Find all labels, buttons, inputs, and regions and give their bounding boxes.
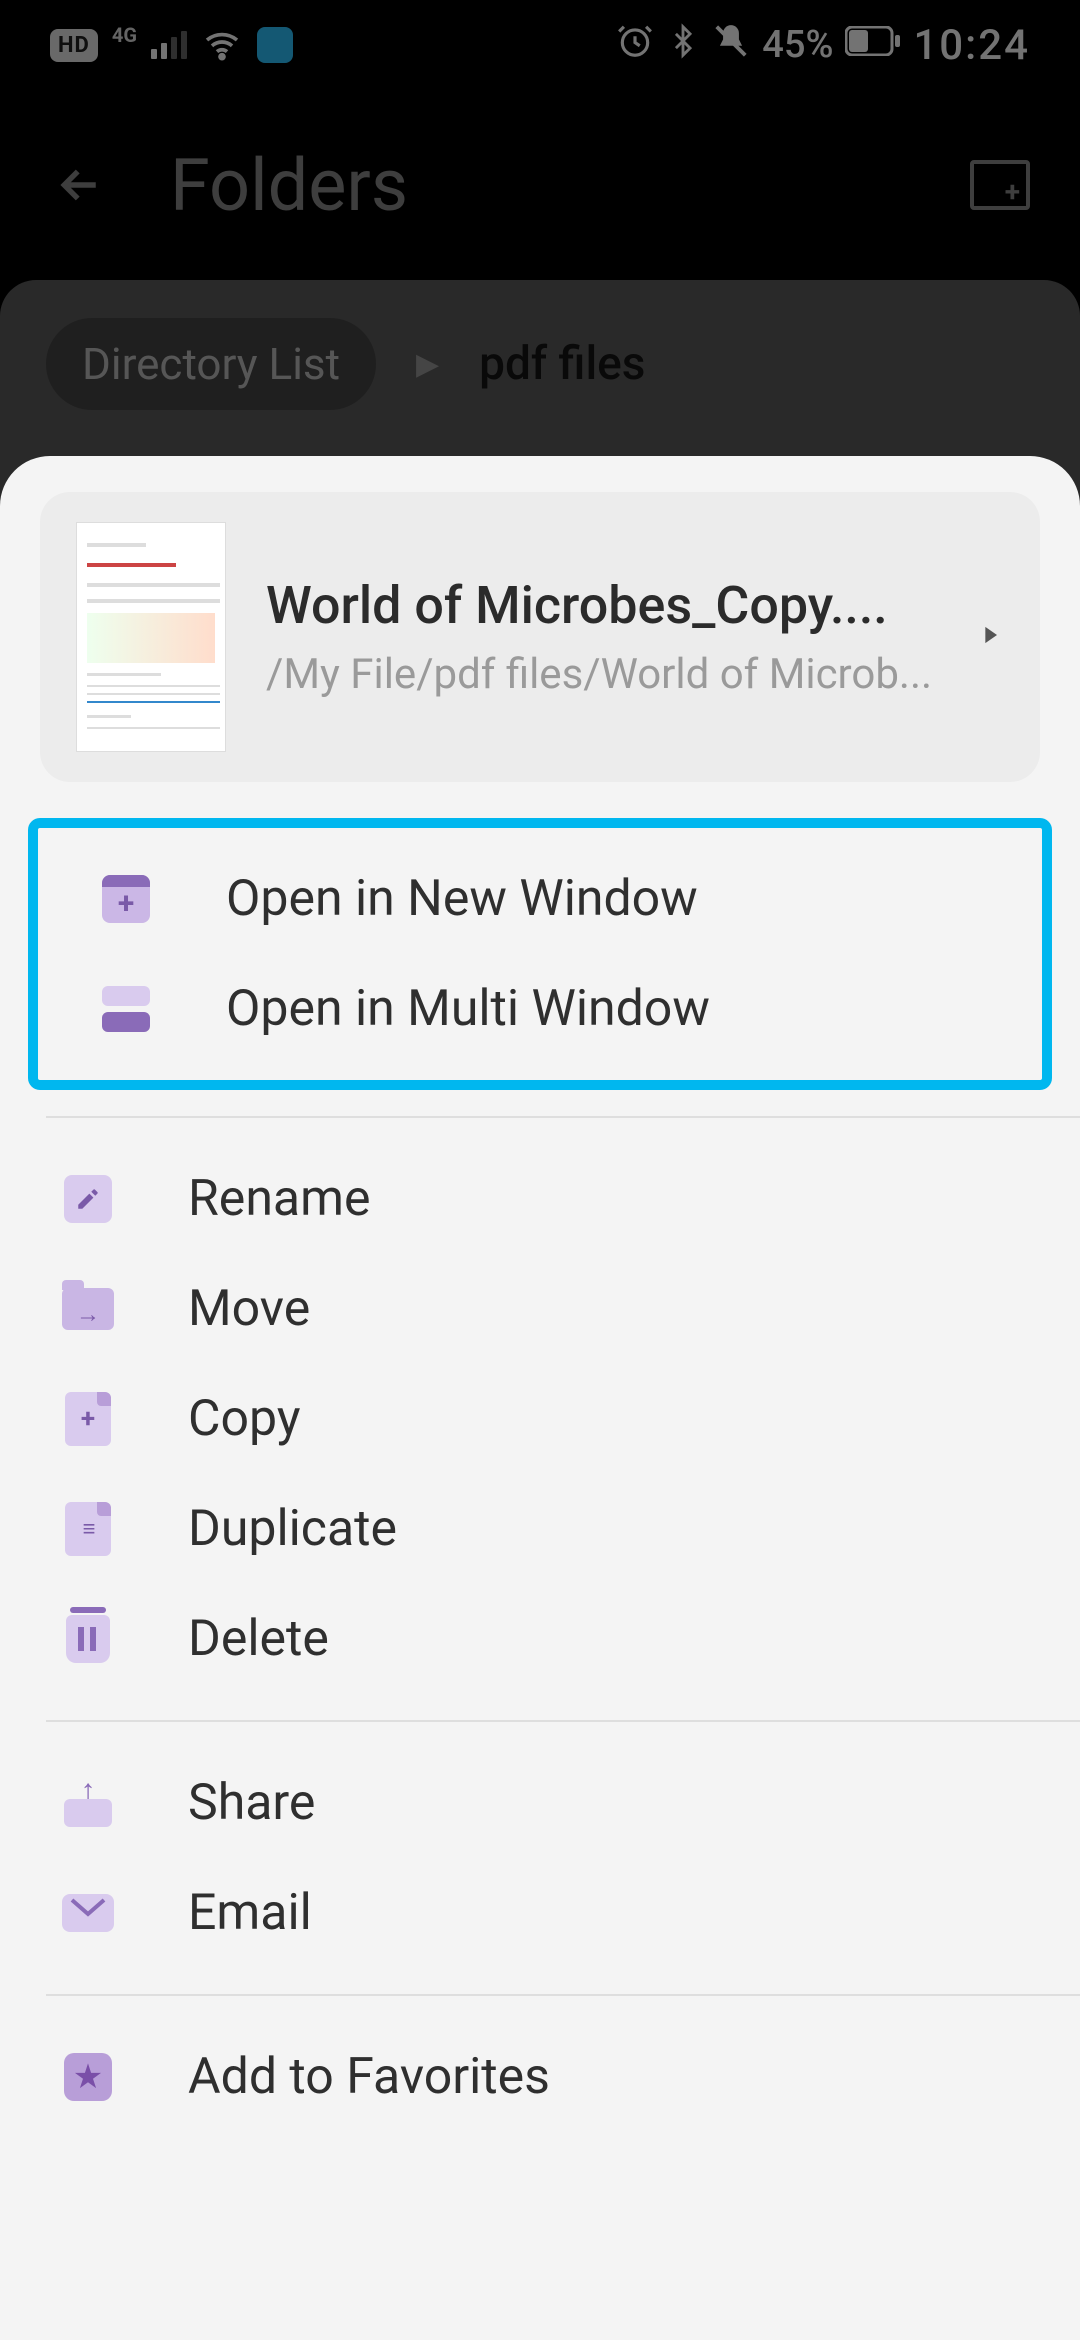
share-icon: ↑ [60,1775,116,1831]
bluetooth-icon [666,22,700,69]
highlighted-group: + Open in New Window Open in Multi Windo… [28,818,1052,1090]
divider [46,1116,1080,1118]
share[interactable]: ↑ Share [0,1748,1080,1858]
hd-badge: HD [50,29,98,62]
add-to-favorites[interactable]: ★ Add to Favorites [0,2022,1080,2132]
context-sheet: World of Microbes_Copy.... /My File/pdf … [0,456,1080,2340]
menu-label: Share [188,1774,315,1832]
copy[interactable]: + Copy [0,1364,1080,1474]
multi-window-icon [98,981,154,1037]
rename-icon [60,1171,116,1227]
back-icon[interactable] [50,155,110,215]
rename[interactable]: Rename [0,1144,1080,1254]
status-bar: HD 4G 45% 10:24 [0,0,1080,90]
shield-icon [257,27,293,63]
copy-icon: + [60,1391,116,1447]
network-type: 4G [112,23,137,47]
open-new-window[interactable]: + Open in New Window [38,844,1042,954]
open-multi-window[interactable]: Open in Multi Window [38,954,1042,1064]
clock: 10:24 [913,21,1030,70]
file-title: World of Microbes_Copy.... [266,575,936,636]
duplicate[interactable]: ≡ Duplicate [0,1474,1080,1584]
divider [46,1994,1080,1996]
email-icon [60,1885,116,1941]
move-icon: → [60,1281,116,1337]
menu-label: Duplicate [188,1500,397,1558]
app-bar: Folders [0,90,1080,280]
mute-icon [712,22,750,69]
email[interactable]: Email [0,1858,1080,1968]
chevron-right-icon: ▶ [416,347,439,382]
menu-label: Add to Favorites [188,2048,550,2106]
signal-icon [151,31,187,59]
battery-percent: 45% [762,23,833,67]
move[interactable]: → Move [0,1254,1080,1364]
alarm-icon [616,22,654,69]
new-folder-icon[interactable] [970,160,1030,210]
file-header[interactable]: World of Microbes_Copy.... /My File/pdf … [40,492,1040,782]
page-title: Folders [170,143,970,228]
breadcrumb-root[interactable]: Directory List [46,318,376,410]
duplicate-icon: ≡ [60,1501,116,1557]
chevron-right-icon [976,615,1004,659]
menu-label: Rename [188,1170,371,1228]
wifi-icon [201,24,243,66]
file-path: /My File/pdf files/World of Microb... [266,650,936,699]
menu-label: Email [188,1884,312,1942]
menu-label: Move [188,1280,310,1338]
battery-icon [845,25,901,65]
file-thumbnail [76,522,226,752]
star-icon: ★ [60,2049,116,2105]
menu-label: Open in Multi Window [226,980,710,1038]
divider [46,1720,1080,1722]
menu-label: Open in New Window [226,870,698,928]
delete[interactable]: Delete [0,1584,1080,1694]
breadcrumb-current: pdf files [479,337,645,391]
delete-icon [60,1611,116,1667]
new-window-icon: + [98,871,154,927]
menu-label: Copy [188,1390,301,1448]
menu-label: Delete [188,1610,329,1668]
